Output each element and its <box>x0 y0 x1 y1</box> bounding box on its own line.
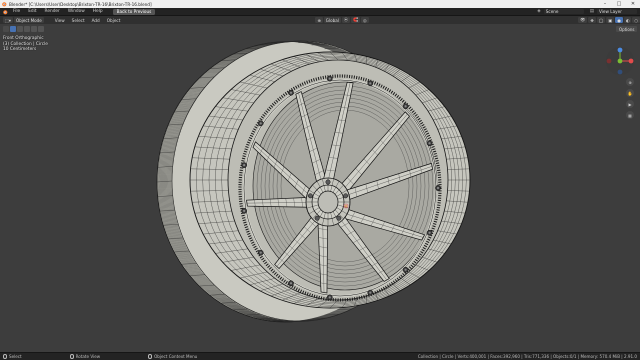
rim-bolt-head <box>259 122 262 125</box>
viewport-info: Front Orthographic (3) Collection | Circ… <box>3 36 48 53</box>
status-select-label: Select <box>9 354 22 359</box>
status-rotate: Rotate View <box>69 354 101 359</box>
rim-bolt-head <box>436 186 440 190</box>
lug-nut <box>307 193 313 199</box>
maximize-icon[interactable]: □ <box>612 0 626 8</box>
navigation-gizmo[interactable] <box>605 46 635 76</box>
back-to-previous-button[interactable]: Back to Previous <box>112 8 156 15</box>
mouse-left-icon <box>3 354 7 359</box>
rim-bolt-head <box>369 82 372 85</box>
minimize-icon[interactable]: – <box>598 0 612 8</box>
scene-selector[interactable]: ◈ Scene <box>534 8 586 15</box>
lug-nut <box>343 193 349 199</box>
view-layer-selector[interactable]: ▤ View Layer <box>587 8 640 15</box>
menu-help[interactable]: Help <box>89 9 107 14</box>
zoom-icon[interactable]: ⊕ <box>626 78 634 86</box>
add-menu[interactable]: Add <box>89 18 103 23</box>
mouse-middle-icon <box>69 354 74 359</box>
camera-icon[interactable]: ▶ <box>626 100 634 108</box>
rim-bolt-head <box>428 142 431 145</box>
object-menu[interactable]: Object <box>104 18 124 23</box>
scene-name[interactable]: Scene <box>543 8 584 15</box>
3d-viewport[interactable]: ⬚▾ Object Mode View Select Add Object ⊕ … <box>0 16 640 352</box>
select-invert-icon[interactable] <box>31 26 37 32</box>
rim-bolt-head <box>404 105 407 108</box>
orientation-dropdown[interactable]: Global <box>323 17 341 23</box>
rim-bolt-head <box>404 268 407 271</box>
wheel-model <box>156 40 471 323</box>
window-title: Blender* [C:\Users\User\Desktop\Brixton-… <box>9 1 152 7</box>
menu-edit[interactable]: Edit <box>24 9 40 14</box>
select-menu[interactable]: Select <box>69 18 88 23</box>
shading-material-icon[interactable]: ◐ <box>623 17 632 23</box>
x-axis-icon[interactable] <box>628 58 634 64</box>
wheel-hub <box>305 177 351 227</box>
rim-bolt-head <box>289 282 293 285</box>
pivot-icon[interactable]: ⦿ <box>341 17 350 23</box>
lug-nut <box>314 215 320 221</box>
menu-window[interactable]: Window <box>64 9 89 14</box>
app-topbar: File Edit Render Window Help Back to Pre… <box>0 8 640 16</box>
select-intersect-icon[interactable] <box>38 26 44 32</box>
neg-z-axis-icon[interactable] <box>617 69 623 75</box>
view-layer-name[interactable]: View Layer <box>597 8 637 15</box>
status-bar: Select Rotate View Object Context Menu C… <box>0 352 640 360</box>
viewport-header: ⬚▾ Object Mode View Select Add Object ⊕ … <box>0 16 640 24</box>
overlay-toggle-icon[interactable]: ◯ <box>596 17 606 23</box>
select-extend-icon[interactable] <box>17 26 23 32</box>
select-subtract-icon[interactable] <box>24 26 30 32</box>
rim-bolt-head <box>259 251 262 254</box>
status-context: Object Context Menu <box>148 354 197 359</box>
select-tool-icon[interactable] <box>3 26 9 32</box>
rim-bolt-head <box>243 209 246 212</box>
options-button[interactable]: Options <box>616 26 638 32</box>
hand-icon[interactable]: ✋ <box>626 89 634 97</box>
proportional-icon[interactable]: ◎ <box>361 17 369 23</box>
select-new-icon[interactable] <box>10 26 16 32</box>
lug-nut <box>325 179 331 185</box>
rim-bolt-head <box>289 91 293 94</box>
view-name: Front Orthographic <box>3 36 44 41</box>
status-select: Select <box>3 354 22 359</box>
scene-stats: Collection | Circle | Verts:400,001 | Fa… <box>417 354 637 359</box>
shading-rendered-icon[interactable]: ○ <box>632 17 640 23</box>
navigation-buttons: ⊕ ✋ ▶ ▦ <box>626 78 634 119</box>
grid-icon[interactable]: ▦ <box>626 111 634 119</box>
lug-nut <box>336 215 342 221</box>
mouse-right-icon <box>148 354 153 359</box>
xray-icon[interactable]: ▣ <box>606 17 615 23</box>
status-context-label: Object Context Menu <box>154 354 198 359</box>
menu-file[interactable]: File <box>9 9 24 14</box>
blender-menu-icon[interactable] <box>0 8 9 16</box>
object-mode-dropdown[interactable]: Object Mode <box>13 17 44 23</box>
snap-icon[interactable]: 🧲 <box>350 17 361 23</box>
scene-icon: ◈ <box>537 9 541 14</box>
menu-render[interactable]: Render <box>41 9 64 14</box>
window-titlebar: Blender* [C:\Users\User\Desktop\Brixton-… <box>0 0 640 8</box>
close-icon[interactable]: ✕ <box>626 0 640 8</box>
visibility-icon[interactable]: 👁 <box>578 17 588 23</box>
rim-bolt-head <box>369 291 372 294</box>
rim-bolt-head <box>243 164 246 167</box>
status-rotate-label: Rotate View <box>75 354 101 359</box>
y-axis-icon[interactable] <box>617 58 623 64</box>
selection-mode-buttons <box>3 26 44 32</box>
neg-x-axis-icon[interactable] <box>606 58 612 64</box>
shading-solid-icon[interactable]: ● <box>615 17 623 23</box>
rim-bolt-head <box>428 231 431 234</box>
grid-units: 10 Centimeters <box>3 47 37 53</box>
gizmo-toggle-icon[interactable]: ✥ <box>588 17 596 23</box>
editor-type-button[interactable]: ⬚▾ <box>3 17 13 23</box>
rim-bolt-head <box>328 296 331 299</box>
view-menu[interactable]: View <box>52 18 68 23</box>
view-layer-icon: ▤ <box>589 9 594 14</box>
z-axis-icon[interactable] <box>617 47 623 53</box>
rim-bolt-head <box>328 77 331 80</box>
orientation-icon[interactable]: ⊕ <box>315 17 323 23</box>
